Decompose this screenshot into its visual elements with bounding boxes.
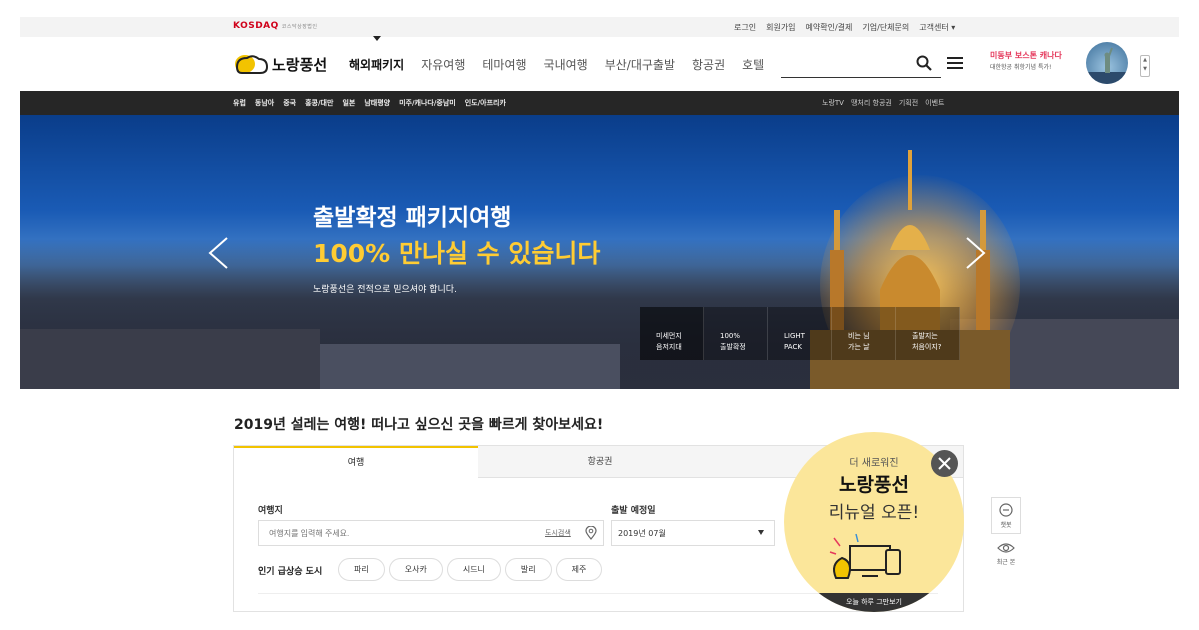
chatbot-label: 챗봇: [1000, 522, 1012, 529]
top-utility-bar: [20, 17, 1179, 37]
statue-of-liberty-icon: [1086, 47, 1128, 84]
hamburger-menu-icon[interactable]: [947, 56, 963, 70]
nav-free-travel[interactable]: 자유여행: [421, 56, 465, 73]
popup-headline: 리뉴얼 오픈!: [828, 503, 920, 523]
city-chip-osaka[interactable]: 오사카: [388, 558, 443, 581]
promo-title: 미동부 보스톤 캐나다: [990, 51, 1062, 60]
popup-close-button[interactable]: [931, 450, 958, 477]
banner-thumb[interactable]: LIGHT PACK: [768, 307, 832, 360]
city-chip-bali[interactable]: 발리: [504, 558, 552, 581]
destination-label: 여행지: [258, 506, 283, 516]
recently-viewed-button[interactable]: 최근 본: [991, 537, 1021, 574]
eye-icon: [997, 543, 1015, 553]
hero-headline: 100% 만나실 수 있습니다: [313, 239, 601, 268]
region-nav: 유럽 동남아 중국 홍콩/대만 일본 남태평양 미주/캐나다/중남미 인도/아프…: [20, 91, 1179, 115]
region-hongkong-taiwan[interactable]: 홍콩/대만: [305, 98, 333, 108]
promo-image[interactable]: [1086, 42, 1128, 84]
nav-domestic[interactable]: 국내여행: [544, 56, 588, 73]
banner-thumb[interactable]: 미세먼지 음저지대: [640, 307, 704, 360]
region-americas[interactable]: 미주/캐나다/중남미: [399, 98, 456, 108]
special-links: 노랑TV 땡처리 항공권 기획전 이벤트: [822, 98, 944, 108]
banner-thumb[interactable]: 비는 님 가는 날: [832, 307, 896, 360]
region-south-pacific[interactable]: 남태평양: [364, 98, 390, 108]
link-exhibitions[interactable]: 기획전: [899, 98, 918, 108]
reservation-link[interactable]: 예약확인/결제: [806, 22, 853, 33]
header-promo[interactable]: 미동부 보스톤 캐나다 대한항공 취항기념 특가!: [990, 50, 1062, 74]
region-list: 유럽 동남아 중국 홍콩/대만 일본 남태평양 미주/캐나다/중남미 인도/아프…: [233, 98, 506, 108]
utility-nav: 로그인 회원가입 예약확인/결제 기업/단체문의 고객센터 ▾: [734, 22, 955, 33]
destination-input[interactable]: [259, 521, 529, 545]
kosdaq-badge: KOSDAQ 코스닥상장법인: [233, 21, 318, 31]
region-china[interactable]: 중국: [283, 98, 296, 108]
caret-down-icon: [758, 530, 764, 535]
city-silhouette: [20, 329, 320, 389]
link-noranung-tv[interactable]: 노랑TV: [822, 98, 844, 108]
departure-date-select[interactable]: 2019년 07월: [611, 520, 775, 546]
signup-link[interactable]: 회원가입: [766, 22, 795, 33]
search-icon[interactable]: [916, 55, 932, 71]
hero-banner[interactable]: 출발확정 패키지여행 100% 만나실 수 있습니다 노랑풍선은 전적으로 믿으…: [20, 115, 1179, 389]
tab-airfare[interactable]: 항공권: [478, 446, 722, 478]
hero-subtitle: 노랑풍선은 전적으로 믿으셔야 합니다.: [313, 285, 457, 295]
nav-theme-travel[interactable]: 테마여행: [482, 56, 526, 73]
city-chip-paris[interactable]: 파리: [338, 558, 385, 581]
location-pin-icon[interactable]: [585, 526, 597, 540]
hero-title: 출발확정 패키지여행: [313, 205, 512, 231]
corporate-link[interactable]: 기업/단체문의: [862, 22, 909, 33]
main-nav: 해외패키지 자유여행 테마여행 국내여행 부산/대구출발 항공권 호텔: [349, 36, 764, 73]
city-search-link[interactable]: 도시검색: [545, 528, 571, 538]
banner-thumb[interactable]: 출발지는 처음이지?: [896, 307, 960, 360]
banner-thumbnails: 미세먼지 음저지대 100% 출발확정 LIGHT PACK 비는 님 가는 날 출발지…: [640, 307, 960, 360]
nav-hotel[interactable]: 호텔: [742, 56, 764, 73]
promo-subtitle: 대한항공 취항기념 특가!: [990, 64, 1052, 71]
nav-busan-daegu[interactable]: 부산/대구출발: [605, 56, 675, 73]
city-chip-sydney[interactable]: 시드니: [446, 558, 501, 581]
chevron-right-icon[interactable]: [965, 236, 987, 270]
link-clearance-air[interactable]: 땡처리 항공권: [851, 98, 892, 108]
departure-date-value: 2019년 07월: [618, 529, 666, 538]
header-search-input[interactable]: [781, 56, 911, 74]
chat-bubble-icon: [999, 503, 1013, 517]
nav-overseas-package[interactable]: 해외패키지: [349, 36, 404, 73]
balloon-logo-icon: [235, 55, 269, 74]
popular-cities-label: 인기 급상승 도시: [258, 567, 323, 577]
popular-cities: 파리 오사카 시드니 발리 제주: [338, 558, 603, 581]
devices-balloon-icon: [829, 533, 901, 579]
region-southeast-asia[interactable]: 동남아: [255, 98, 274, 108]
region-india-africa[interactable]: 인도/아프리카: [465, 98, 506, 108]
search-underline: [781, 77, 941, 78]
link-events[interactable]: 이벤트: [925, 98, 944, 108]
logo-text: 노랑풍선: [272, 55, 328, 74]
recently-viewed-label: 최근 본: [996, 559, 1016, 566]
nav-airfare[interactable]: 항공권: [692, 56, 725, 73]
region-japan[interactable]: 일본: [342, 98, 355, 108]
tab-travel[interactable]: 여행: [234, 446, 478, 478]
close-icon: [938, 457, 951, 470]
dismiss-today-button[interactable]: 오늘 하루 그만보기: [784, 593, 964, 612]
chatbot-button[interactable]: 챗봇: [991, 497, 1021, 534]
login-link[interactable]: 로그인: [734, 22, 756, 33]
customer-center-link[interactable]: 고객센터 ▾: [919, 22, 955, 33]
logo[interactable]: 노랑풍선: [233, 52, 327, 76]
city-silhouette: [320, 344, 620, 389]
promo-pager[interactable]: ▲ ▼: [1140, 55, 1150, 77]
search-headline: 2019년 설레는 여행! 떠나고 싶으신 곳을 빠르게 찾아보세요!: [234, 417, 604, 433]
departure-date-label: 출발 예정일: [611, 506, 656, 516]
destination-field: 도시검색: [258, 520, 604, 546]
chevron-left-icon[interactable]: [207, 236, 229, 270]
region-europe[interactable]: 유럽: [233, 98, 246, 108]
header: 노랑풍선 해외패키지 자유여행 테마여행 국내여행 부산/대구출발 항공권 호텔…: [0, 36, 1199, 91]
city-chip-jeju[interactable]: 제주: [555, 558, 603, 581]
banner-thumb[interactable]: 100% 출발확정: [704, 307, 768, 360]
